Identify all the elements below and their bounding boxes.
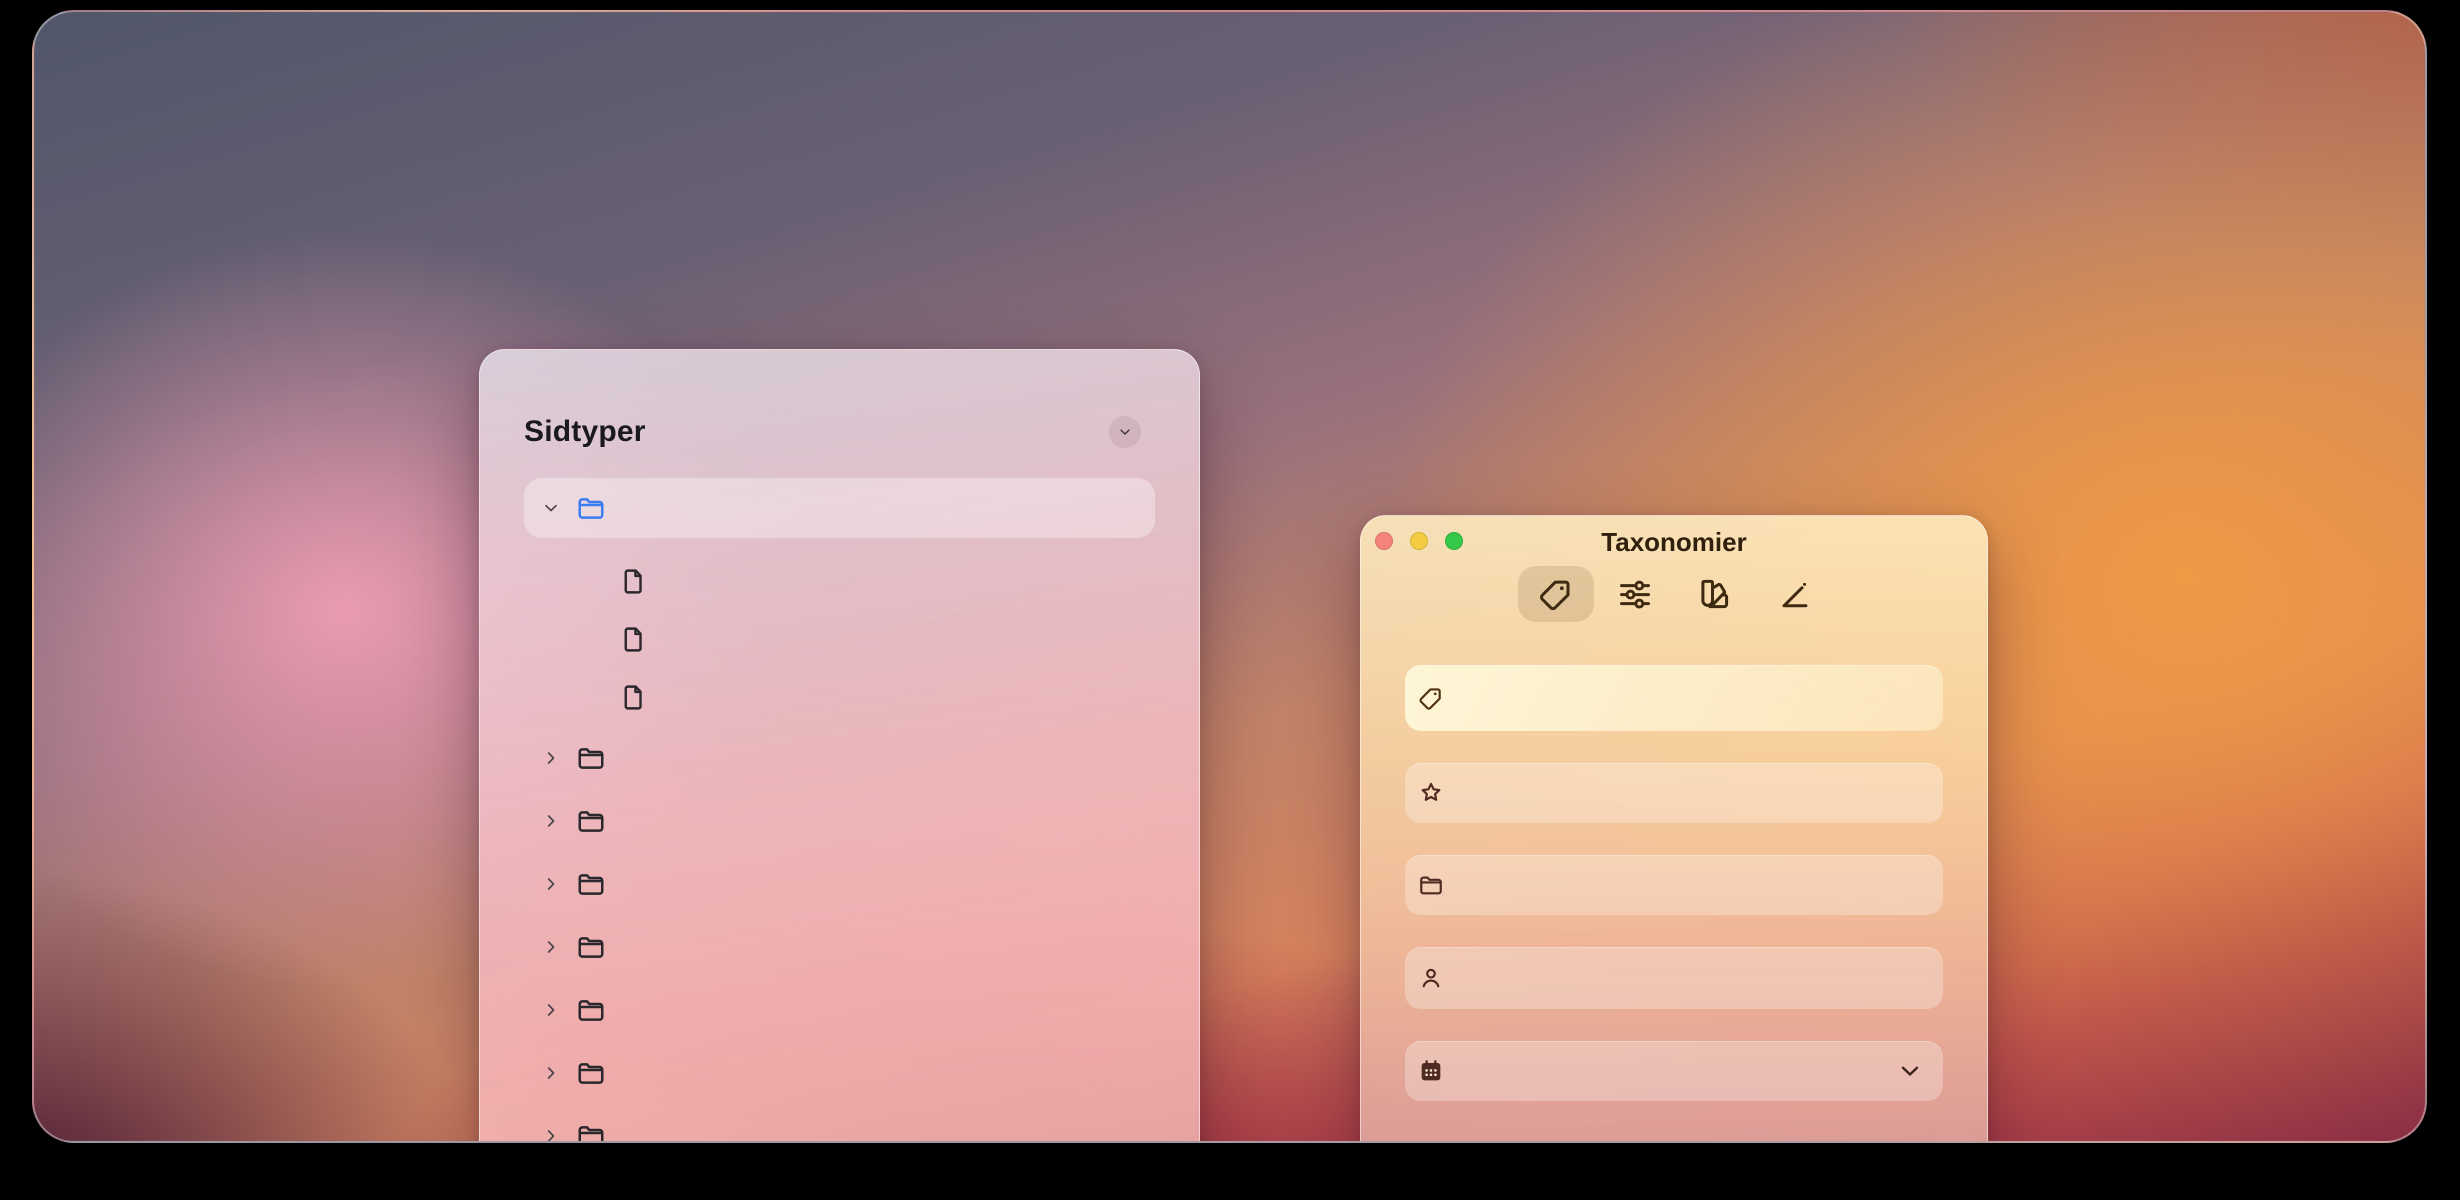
tree-item-regiss-rer[interactable] bbox=[524, 852, 1155, 915]
file-icon bbox=[619, 683, 648, 712]
field-publiceringsdatum[interactable] bbox=[1405, 1041, 1943, 1101]
file-icon bbox=[619, 567, 648, 596]
calendar-icon bbox=[1418, 1058, 1444, 1084]
folder-icon bbox=[576, 493, 606, 523]
taxonomier-window: Taxonomier bbox=[1360, 515, 1988, 1143]
field-v-lj-m-lgrupp[interactable] bbox=[1405, 763, 1943, 823]
chevron-down-icon bbox=[1896, 1057, 1924, 1085]
folder-icon bbox=[576, 932, 606, 962]
folder-icon bbox=[576, 1121, 606, 1144]
tree-item-artiklar[interactable] bbox=[524, 1041, 1155, 1104]
chevron-right-icon bbox=[541, 937, 561, 957]
chevron-right-icon bbox=[541, 1126, 561, 1144]
folder-icon bbox=[576, 743, 606, 773]
chevron-right-icon bbox=[541, 1063, 561, 1083]
person-icon bbox=[1418, 965, 1444, 991]
tree-item-filmer[interactable] bbox=[524, 478, 1155, 538]
field-skapa-v-lj-tagg[interactable] bbox=[1405, 665, 1943, 731]
chevron-right-icon bbox=[541, 811, 561, 831]
device-frame: Sidtyper Taxonomier bbox=[0, 0, 2460, 1200]
collapse-panel-button[interactable] bbox=[1109, 416, 1141, 448]
folder-icon bbox=[1418, 872, 1444, 898]
tag-icon bbox=[1538, 576, 1574, 612]
file-icon bbox=[619, 625, 648, 654]
toolbar-tab-swatches[interactable] bbox=[1676, 566, 1752, 622]
tree-item-streamingtj-nster[interactable] bbox=[524, 978, 1155, 1041]
tree-item-du-har-mail[interactable] bbox=[524, 668, 1155, 726]
tree-item-n-tet[interactable] bbox=[524, 610, 1155, 668]
field-v-lj-en-eller-flera-kategorier[interactable] bbox=[1405, 855, 1943, 915]
swatches-icon bbox=[1696, 576, 1732, 612]
sidtyper-header: Sidtyper bbox=[524, 408, 1155, 456]
folder-icon bbox=[576, 1058, 606, 1088]
chevron-down-icon bbox=[1117, 424, 1133, 440]
field-v-lj-f-rfattare[interactable] bbox=[1405, 947, 1943, 1009]
folder-icon bbox=[576, 995, 606, 1025]
toolbar-tab-tag[interactable] bbox=[1518, 566, 1594, 622]
tree-item-producenter[interactable] bbox=[524, 789, 1155, 852]
chevron-right-icon bbox=[541, 1000, 561, 1020]
folder-icon bbox=[576, 806, 606, 836]
toolbar-tab-pencil-line[interactable] bbox=[1755, 566, 1831, 622]
tree-item-filmbolag[interactable] bbox=[524, 915, 1155, 978]
star-icon bbox=[1418, 780, 1444, 806]
taxonomy-toolbar bbox=[1361, 566, 1987, 622]
tree-item-sk-despelare[interactable] bbox=[524, 726, 1155, 789]
tag-icon bbox=[1418, 685, 1444, 711]
toolbar-tab-sliders[interactable] bbox=[1597, 566, 1673, 622]
page-type-tree bbox=[524, 478, 1155, 1143]
folder-icon bbox=[576, 869, 606, 899]
panel-title: Sidtyper bbox=[524, 415, 646, 449]
window-title: Taxonomier bbox=[1361, 516, 1987, 568]
taxonomy-fields bbox=[1405, 665, 1943, 1101]
chevron-right-icon bbox=[541, 874, 561, 894]
sliders-icon bbox=[1617, 576, 1653, 612]
window-titlebar: Taxonomier bbox=[1361, 516, 1987, 566]
tree-item-hackers[interactable] bbox=[524, 552, 1155, 610]
chevron-down-icon bbox=[541, 498, 561, 518]
sidtyper-panel: Sidtyper bbox=[479, 349, 1200, 1143]
desktop-wallpaper: Sidtyper Taxonomier bbox=[32, 10, 2427, 1143]
chevron-right-icon bbox=[541, 748, 561, 768]
tree-item-recensioner[interactable] bbox=[524, 1104, 1155, 1143]
pencil-line-icon bbox=[1775, 576, 1811, 612]
